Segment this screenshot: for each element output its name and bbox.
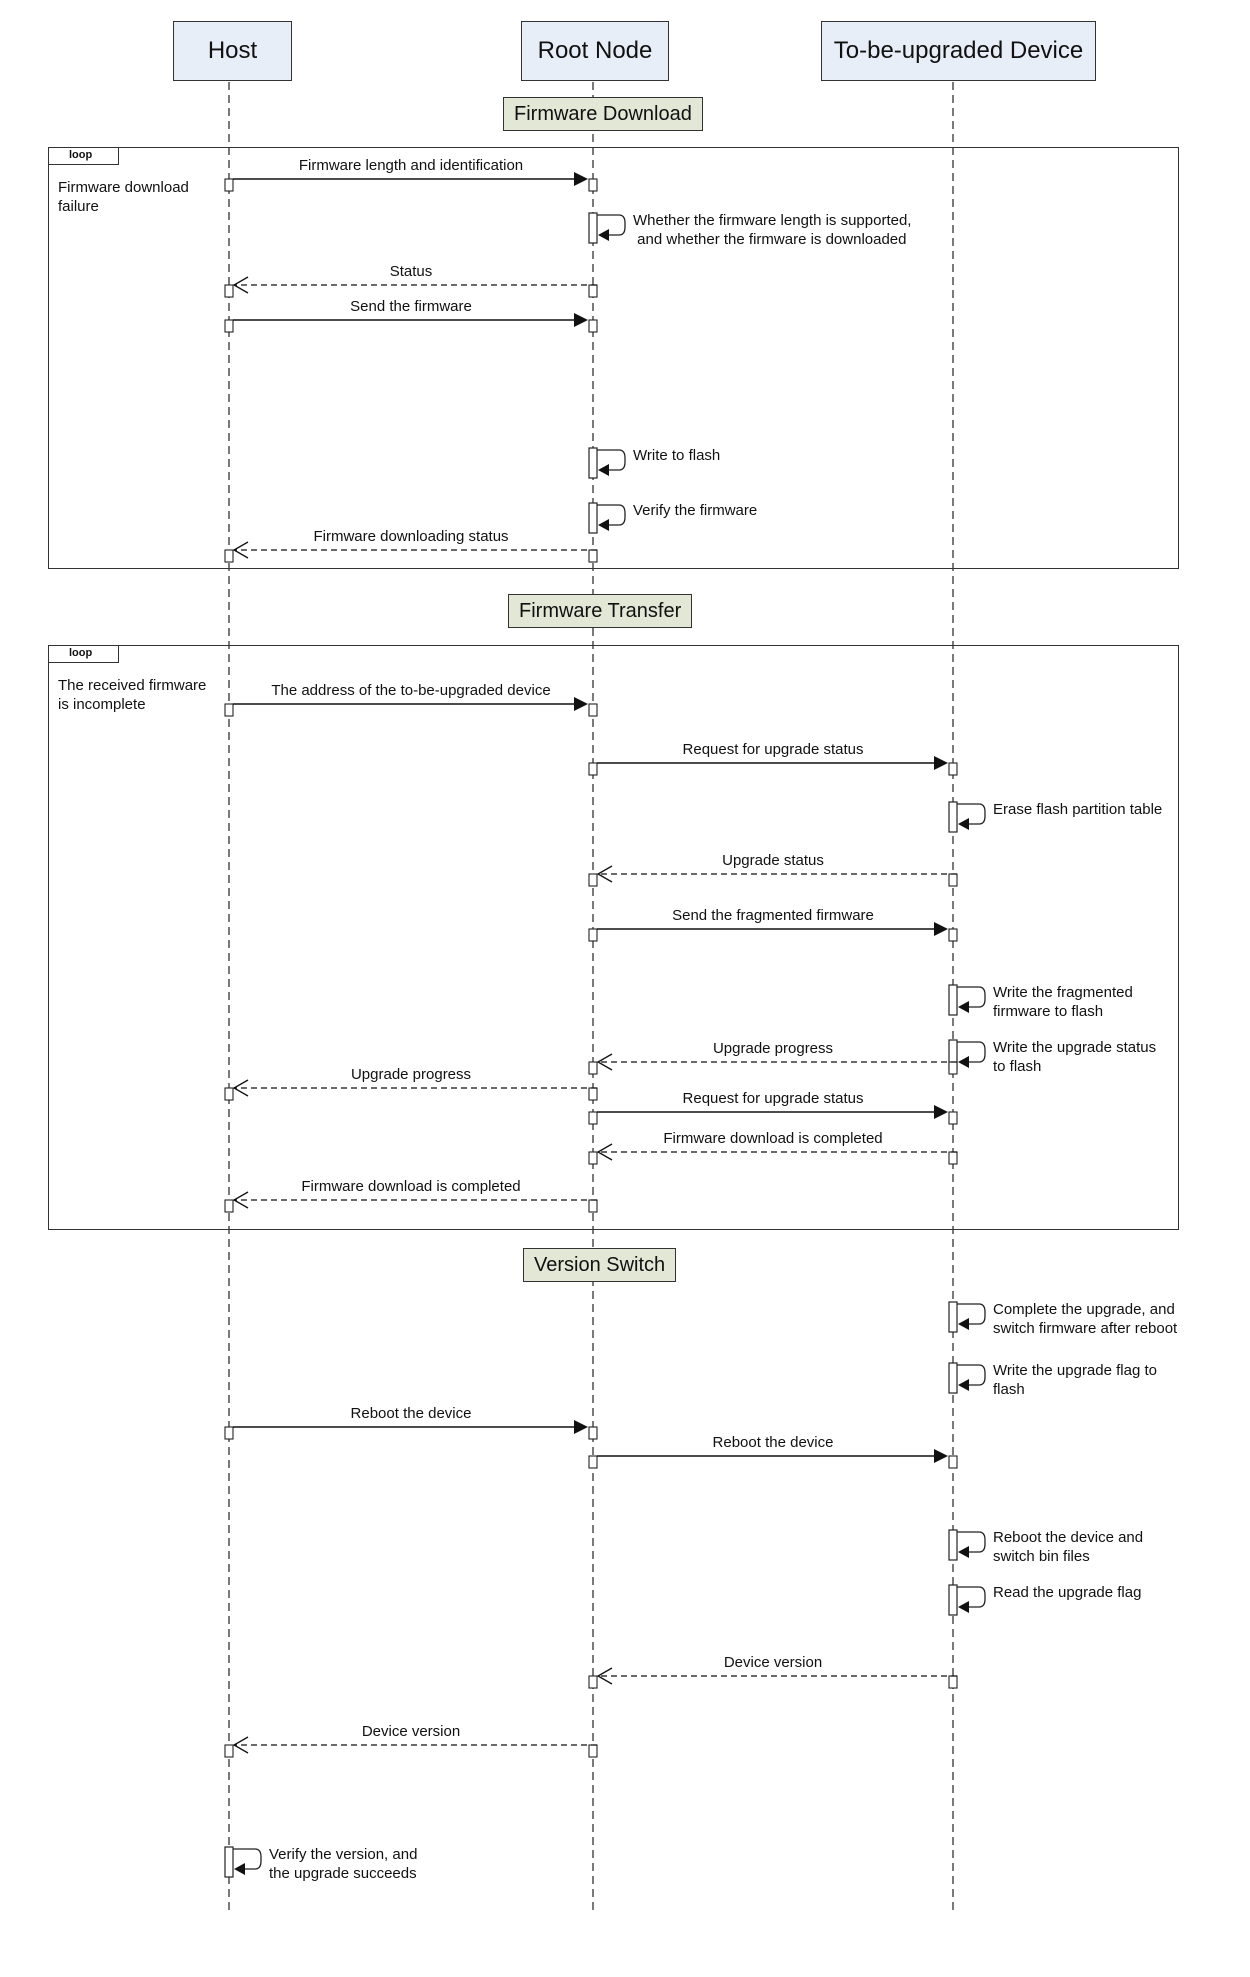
activation-bar (948, 1362, 958, 1394)
self-message-label: Write the fragmented firmware to flash (993, 984, 1133, 1020)
message-label: Firmware downloading status (313, 528, 509, 545)
participant-label: Root Node (537, 37, 653, 64)
arrowhead-icon (574, 1420, 588, 1434)
message-label: Request for upgrade status (682, 1090, 864, 1107)
self-message-label: Read the upgrade flag (993, 1584, 1142, 1601)
arrowhead-icon (234, 1863, 245, 1875)
loop-tag: loop (49, 646, 119, 663)
self-message-label: Whether the firmware length is supported… (633, 212, 912, 248)
activation-bar (224, 1426, 234, 1440)
message-label: Upgrade progress (350, 1066, 472, 1083)
self-message-label: Erase flash partition table (993, 801, 1163, 818)
section-label: Version Switch (534, 1253, 666, 1276)
self-message-label: Write to flash (633, 447, 721, 464)
activation-bar (948, 1675, 958, 1689)
message-label: Firmware length and identification (298, 157, 524, 174)
section-version-switch: Version Switch (523, 1248, 677, 1282)
arrowhead-icon (958, 1379, 969, 1391)
self-message-line (957, 1531, 986, 1553)
activation-bar (948, 1301, 958, 1333)
message-label: Upgrade status (722, 852, 824, 869)
self-message-label: Write the upgrade status to flash (993, 1039, 1157, 1075)
self-message-label: Reboot the device and switch bin files (993, 1529, 1144, 1565)
arrowhead-icon (958, 1546, 969, 1558)
message-label: Upgrade progress (712, 1040, 834, 1057)
message-label: Status (389, 263, 433, 280)
arrowhead-icon (934, 1449, 948, 1463)
participant-label: Host (207, 37, 258, 64)
self-message-label: Verify the firmware (633, 502, 758, 519)
loop-frame-download: loop Firmware download failure (48, 147, 1179, 569)
participant-label: To-be-upgraded Device (833, 37, 1084, 64)
message-label: Send the fragmented firmware (672, 907, 874, 924)
participant-to-be-upgraded-device: To-be-upgraded Device (821, 21, 1096, 81)
self-message-label: Verify the version, and the upgrade succ… (269, 1846, 418, 1882)
participant-root-node: Root Node (521, 21, 669, 81)
self-message-line (957, 1303, 986, 1325)
message-label: Device version (361, 1723, 461, 1740)
message-label: Firmware download is completed (301, 1178, 521, 1195)
message-label: Send the firmware (350, 298, 472, 315)
self-message-label: Write the upgrade flag to flash (993, 1362, 1157, 1398)
loop-frame-transfer: loop The received firmware is incomplete (48, 645, 1179, 1230)
self-message-label: Complete the upgrade, and switch firmwar… (993, 1301, 1178, 1337)
loop-guard: Firmware download failure (58, 179, 189, 215)
activation-bar (948, 1584, 958, 1616)
sequence-diagram: Host Root Node To-be-upgraded Device Fir… (0, 0, 1250, 1977)
participant-host: Host (173, 21, 292, 81)
section-firmware-transfer: Firmware Transfer (508, 594, 693, 628)
message-label: Firmware download is completed (663, 1130, 883, 1147)
self-message-line (233, 1848, 262, 1870)
activation-bar (948, 1529, 958, 1561)
section-firmware-download: Firmware Download (503, 97, 703, 131)
message-label: Request for upgrade status (682, 741, 864, 758)
activation-bar (948, 1455, 958, 1469)
message-label: Reboot the device (350, 1405, 472, 1422)
activation-bar (588, 1426, 598, 1440)
self-message-line (957, 1586, 986, 1608)
self-message-line (957, 1364, 986, 1386)
arrowhead-icon (958, 1318, 969, 1330)
activation-bar (588, 1675, 598, 1689)
message-label: The address of the to-be-upgraded device (271, 682, 551, 699)
message-label: Device version (723, 1654, 823, 1671)
loop-guard: The received firmware is incomplete (58, 677, 207, 713)
activation-bar (588, 1744, 598, 1758)
loop-tag: loop (49, 148, 119, 165)
section-label: Firmware Download (514, 102, 692, 125)
activation-bar (588, 1455, 598, 1469)
activation-bar (224, 1846, 234, 1878)
activation-bar (224, 1744, 234, 1758)
arrowhead-icon (958, 1601, 969, 1613)
section-label: Firmware Transfer (519, 599, 682, 622)
message-label: Reboot the device (712, 1434, 834, 1451)
